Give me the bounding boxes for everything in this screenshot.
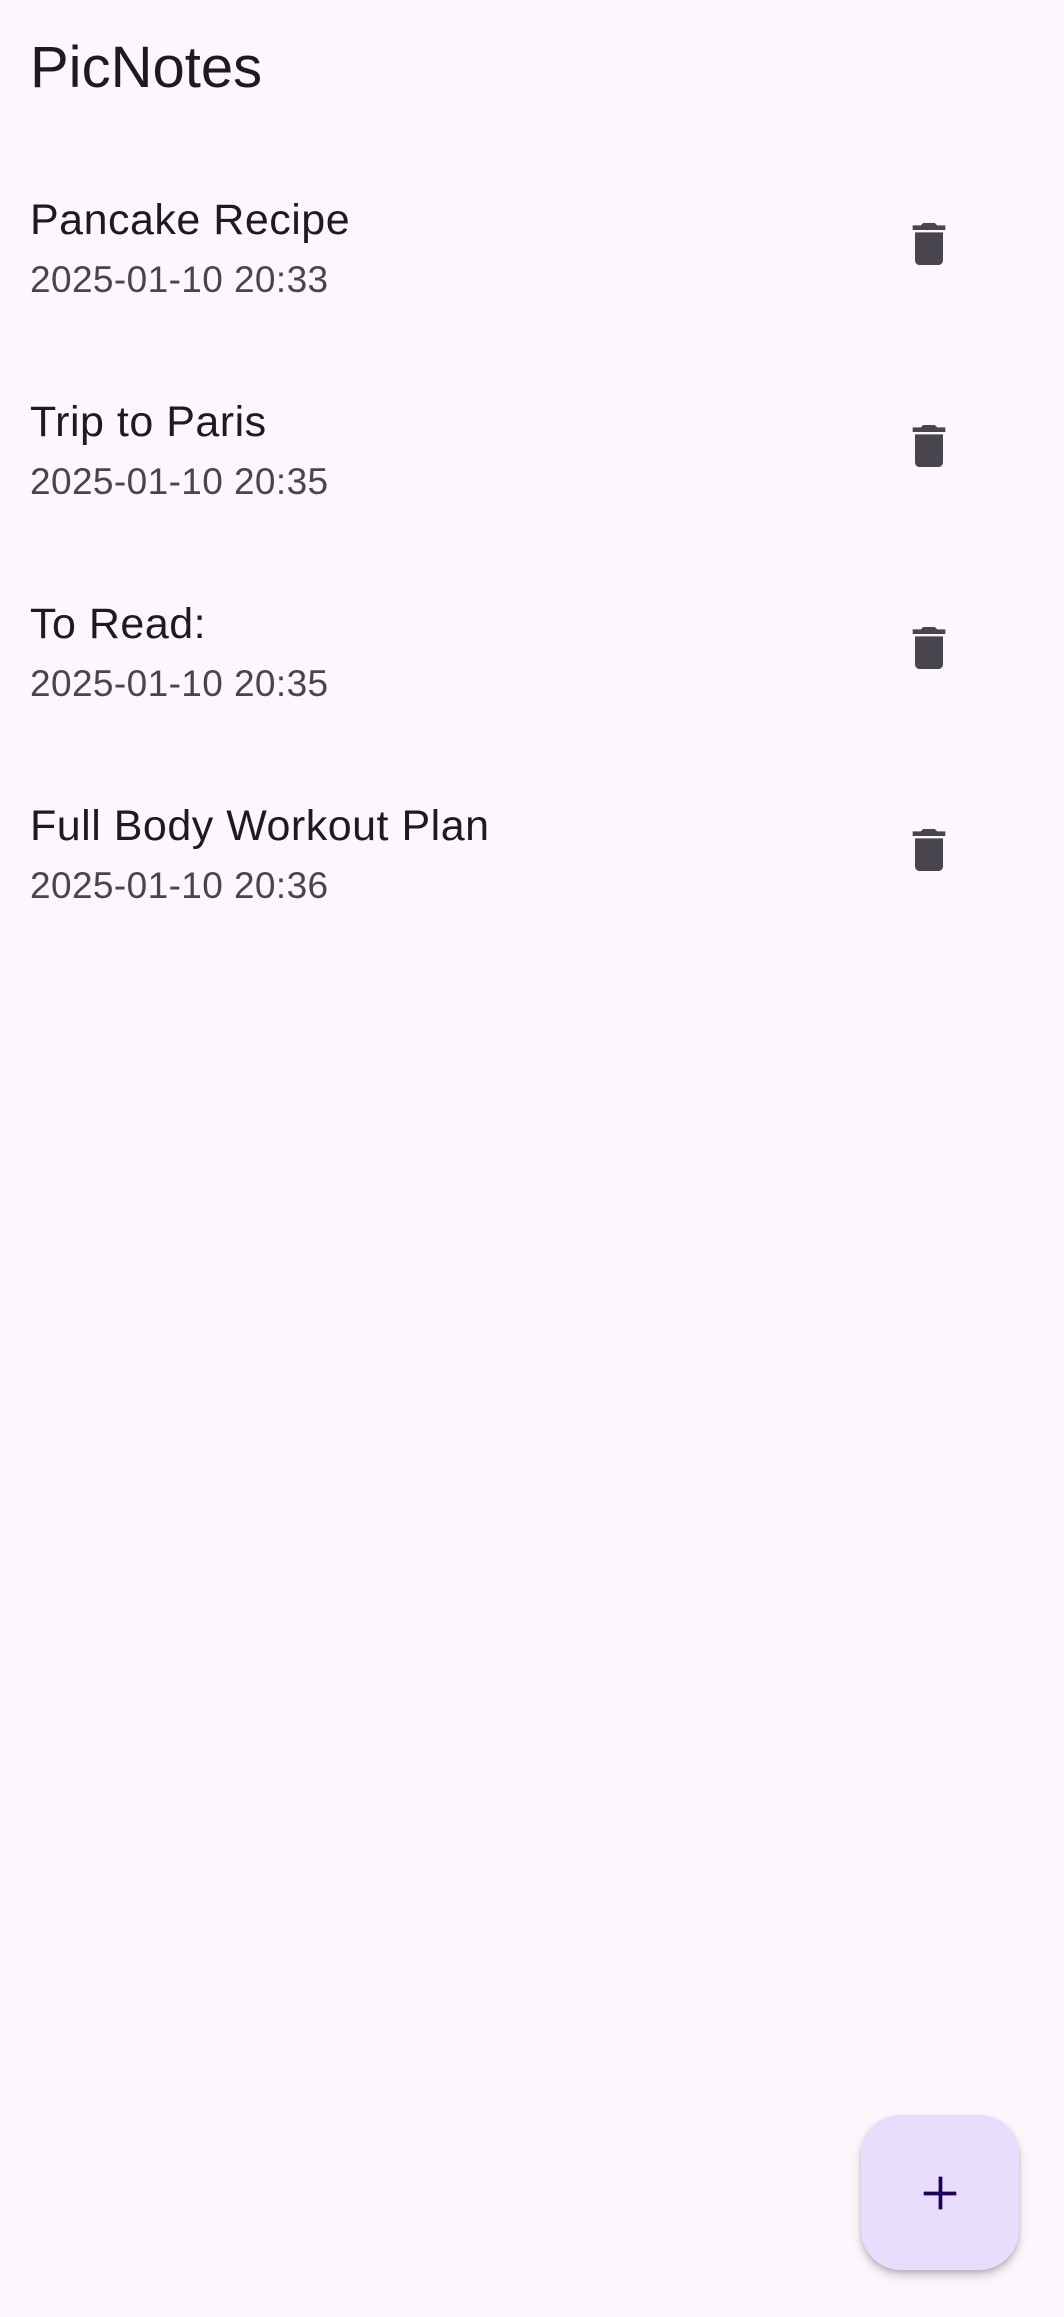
app-title: PicNotes xyxy=(30,35,263,100)
note-list-item[interactable]: Trip to Paris 2025-01-10 20:35 xyxy=(0,352,1064,554)
note-title: Full Body Workout Plan xyxy=(30,802,490,850)
trash-icon xyxy=(912,627,946,669)
plus-icon xyxy=(923,2176,957,2209)
trash-icon xyxy=(912,425,946,467)
note-date: 2025-01-10 20:35 xyxy=(30,461,329,502)
note-list-item[interactable]: To Read: 2025-01-10 20:35 xyxy=(0,554,1064,756)
delete-note-button[interactable] xyxy=(885,604,973,692)
delete-note-button[interactable] xyxy=(885,200,973,288)
add-note-fab[interactable] xyxy=(861,2115,1019,2270)
app-bar: PicNotes xyxy=(0,0,1064,140)
note-date: 2025-01-10 20:36 xyxy=(30,865,329,906)
note-list-item[interactable]: Pancake Recipe 2025-01-10 20:33 xyxy=(0,150,1064,352)
note-list-item[interactable]: Full Body Workout Plan 2025-01-10 20:36 xyxy=(0,756,1064,958)
trash-icon xyxy=(912,223,946,265)
note-title: Trip to Paris xyxy=(30,398,267,446)
note-date: 2025-01-10 20:35 xyxy=(30,663,329,704)
note-title: To Read: xyxy=(30,600,207,648)
note-date: 2025-01-10 20:33 xyxy=(30,259,329,300)
delete-note-button[interactable] xyxy=(885,806,973,894)
trash-icon xyxy=(912,829,946,871)
note-list: Pancake Recipe 2025-01-10 20:33 Trip to … xyxy=(0,150,1064,958)
note-title: Pancake Recipe xyxy=(30,196,351,244)
delete-note-button[interactable] xyxy=(885,402,973,490)
